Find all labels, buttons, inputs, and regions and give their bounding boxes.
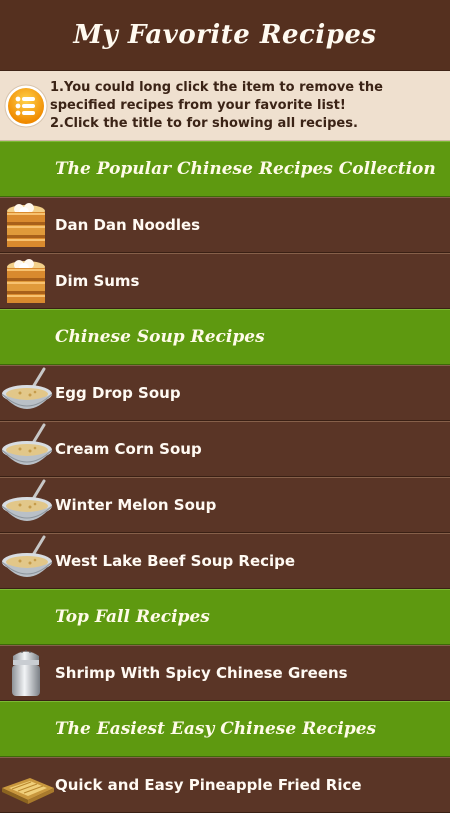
info-line-1: 1.You could long click the item to remov… <box>50 79 383 113</box>
recipe-item-pineapple-fried-rice[interactable]: Quick and Easy Pineapple Fried Rice <box>0 757 450 813</box>
soup-bowl-icon <box>0 422 55 476</box>
recipe-item-dan-dan-noodles[interactable]: Dan Dan Noodles <box>0 197 450 253</box>
recipe-label: West Lake Beef Soup Recipe <box>55 552 296 570</box>
app-root: My Favorite Recipes 1.You could long cli… <box>0 0 450 813</box>
recipe-item-west-lake-beef-soup[interactable]: West Lake Beef Soup Recipe <box>0 533 450 589</box>
section-header-chinese-soup[interactable]: Chinese Soup Recipes <box>0 309 450 365</box>
info-panel: 1.You could long click the item to remov… <box>0 71 450 141</box>
recipe-item-dim-sums[interactable]: Dim Sums <box>0 253 450 309</box>
recipe-item-winter-melon-soup[interactable]: Winter Melon Soup <box>0 477 450 533</box>
page-title: My Favorite Recipes <box>73 20 377 50</box>
salt-shaker-icon <box>0 646 55 700</box>
section-title: Top Fall Recipes <box>55 607 210 627</box>
title-bar: My Favorite Recipes <box>0 0 450 71</box>
recipe-label: Shrimp With Spicy Chinese Greens <box>55 664 348 682</box>
recipe-list: The Popular Chinese Recipes Collection D… <box>0 141 450 813</box>
section-title: Chinese Soup Recipes <box>55 327 265 347</box>
steamer-basket-icon <box>0 254 55 308</box>
soup-bowl-icon <box>0 534 55 588</box>
list-icon <box>4 84 48 128</box>
recipe-label: Dim Sums <box>55 272 140 290</box>
soup-bowl-icon <box>0 478 55 532</box>
recipe-label: Egg Drop Soup <box>55 384 181 402</box>
section-header-top-fall[interactable]: Top Fall Recipes <box>0 589 450 645</box>
recipe-label: Cream Corn Soup <box>55 440 202 458</box>
section-title: The Popular Chinese Recipes Collection <box>55 159 436 179</box>
info-line-2: 2.Click the title to for showing all rec… <box>50 115 358 131</box>
section-title: The Easiest Easy Chinese Recipes <box>55 719 377 739</box>
section-header-easiest-easy[interactable]: The Easiest Easy Chinese Recipes <box>0 701 450 757</box>
recipe-label: Quick and Easy Pineapple Fried Rice <box>55 776 362 794</box>
soup-bowl-icon <box>0 366 55 420</box>
info-text: 1.You could long click the item to remov… <box>50 79 450 133</box>
recipe-item-cream-corn-soup[interactable]: Cream Corn Soup <box>0 421 450 477</box>
recipe-label: Winter Melon Soup <box>55 496 217 514</box>
recipe-item-egg-drop-soup[interactable]: Egg Drop Soup <box>0 365 450 421</box>
section-header-popular-chinese[interactable]: The Popular Chinese Recipes Collection <box>0 141 450 197</box>
recipe-item-shrimp-spicy-greens[interactable]: Shrimp With Spicy Chinese Greens <box>0 645 450 701</box>
fried-rice-tray-icon <box>0 758 55 812</box>
steamer-basket-icon <box>0 198 55 252</box>
recipe-label: Dan Dan Noodles <box>55 216 201 234</box>
